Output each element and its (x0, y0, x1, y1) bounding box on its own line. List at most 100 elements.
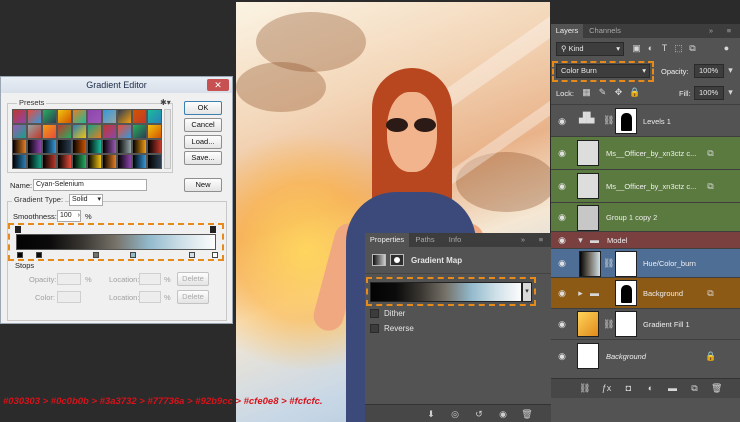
ok-button[interactable]: OK (184, 101, 222, 115)
gradient-preset-swatch[interactable] (117, 124, 132, 139)
gradient-preset-swatch[interactable] (132, 124, 147, 139)
gradient-preset-swatch[interactable] (12, 109, 27, 124)
gradient-preset-swatch[interactable] (27, 109, 42, 124)
collapse-icon[interactable]: » (703, 24, 719, 38)
dither-checkbox[interactable] (370, 309, 379, 318)
gradient-preset-swatch[interactable] (12, 154, 27, 169)
chevron-down-icon[interactable]: ▾ (522, 282, 532, 302)
color-stop[interactable] (129, 252, 136, 258)
new-adjustment-icon[interactable]: ◐ (645, 383, 656, 394)
gradient-preset-swatch[interactable] (87, 139, 102, 154)
gradient-preset-swatch[interactable] (117, 154, 132, 169)
layer-row[interactable]: ◉ Background 🔒 (551, 339, 740, 372)
gradient-preset-swatch[interactable] (102, 124, 117, 139)
lock-all-icon[interactable]: 🔒 (629, 87, 640, 98)
gradient-preset-swatch[interactable] (42, 109, 57, 124)
filter-kind-select[interactable]: ⚲ Kind ▾ (556, 42, 624, 56)
reverse-checkbox[interactable] (370, 324, 379, 333)
stop-opacity-field[interactable] (57, 273, 81, 285)
layer-row[interactable]: ◉ Group 1 copy 2 (551, 202, 740, 231)
color-stop[interactable] (189, 252, 196, 258)
gradient-preset-swatch[interactable] (42, 154, 57, 169)
color-stop[interactable] (17, 252, 24, 258)
gradient-preset-swatch[interactable] (72, 139, 87, 154)
layer-row[interactable]: ◉ Ms__Officer_by_xn3ctz c... ⧉ (551, 169, 740, 202)
eye-icon[interactable]: ◉ (555, 212, 569, 222)
gradient-preset-swatch[interactable] (132, 109, 147, 124)
lock-pixels-icon[interactable]: ✎ (597, 87, 608, 98)
new-layer-icon[interactable]: ⧉ (689, 383, 700, 394)
mask-icon[interactable] (390, 254, 404, 266)
clip-to-layer-icon[interactable]: ⬇ (425, 408, 437, 420)
gradient-preset-swatch[interactable] (87, 154, 102, 169)
eye-icon[interactable]: ◉ (555, 288, 569, 298)
gradient-preset-swatch[interactable] (27, 139, 42, 154)
gradient-preset-swatch[interactable] (72, 124, 87, 139)
gear-icon[interactable]: ✱▾ (160, 98, 171, 107)
tab-info[interactable]: Info (443, 233, 467, 247)
layer-row[interactable]: ◉ ⛓ Gradient Fill 1 (551, 308, 740, 339)
smoothness-field[interactable]: 100 › (57, 210, 81, 222)
gradient-preset-swatch[interactable] (42, 124, 57, 139)
visibility-icon[interactable]: ◉ (497, 408, 509, 420)
add-mask-icon[interactable]: ◘ (623, 383, 634, 394)
gradient-preset-swatch[interactable] (132, 139, 147, 154)
panel-menu-icon[interactable]: ≡ (533, 233, 549, 247)
shape-filter-icon[interactable]: ⬚ (673, 43, 684, 54)
opacity-stop[interactable] (210, 226, 216, 233)
eye-icon[interactable]: ◉ (555, 148, 569, 158)
gradient-preset-swatch[interactable] (147, 109, 162, 124)
type-filter-icon[interactable]: T (659, 43, 670, 54)
layer-row-selected[interactable]: ◉ ⛓ Hue/Color_burn (551, 248, 740, 277)
smart-object-filter-icon[interactable]: ⧉ (687, 43, 698, 54)
gradient-preset-swatch[interactable] (102, 154, 117, 169)
chevron-down-icon[interactable]: ▾ (725, 65, 736, 76)
gradient-preset-swatch[interactable] (42, 139, 57, 154)
gradient-preset-swatch[interactable] (57, 124, 72, 139)
layer-row[interactable]: ◉ ▟▙ ⛓ Levels 1 (551, 104, 740, 136)
cancel-button[interactable]: Cancel (184, 118, 222, 132)
close-button[interactable]: ✕ (207, 79, 229, 91)
gradient-preset-swatch[interactable] (147, 139, 162, 154)
opacity-field[interactable]: 100% (694, 64, 724, 78)
adjustment-filter-icon[interactable]: ◐ (645, 43, 656, 54)
tab-layers[interactable]: Layers (551, 24, 583, 38)
load-button[interactable]: Load... (184, 135, 222, 149)
gradient-preset-swatch[interactable] (72, 109, 87, 124)
link-layers-icon[interactable]: ⛓ (579, 383, 590, 394)
gradient-preset-swatch[interactable] (87, 109, 102, 124)
eye-icon[interactable]: ◉ (555, 351, 569, 361)
gradient-preset-swatch[interactable] (57, 154, 72, 169)
gradient-type-select[interactable]: Solid ▾ (69, 194, 103, 206)
gradient-preset-swatch[interactable] (102, 109, 117, 124)
save-button[interactable]: Save... (184, 151, 222, 165)
delete-opacity-stop-button[interactable]: Delete (177, 272, 209, 286)
panel-menu-icon[interactable]: ≡ (721, 24, 737, 38)
reset-icon[interactable]: ↺ (473, 408, 485, 420)
layer-row[interactable]: ◉ Ms__Officer_by_xn3ctz c... ⧉ (551, 136, 740, 169)
eye-icon[interactable]: ◉ (555, 116, 569, 126)
opacity-stop[interactable] (15, 226, 21, 233)
color-location-field[interactable] (139, 291, 161, 303)
fill-field[interactable]: 100% (694, 86, 724, 100)
gradient-name-field[interactable]: Cyan-Selenium (33, 179, 147, 191)
fx-icon[interactable]: ƒx (601, 383, 612, 394)
eye-icon[interactable]: ◉ (555, 258, 569, 268)
gradient-preset-swatch[interactable] (132, 154, 147, 169)
gradient-preset-swatch[interactable] (27, 124, 42, 139)
eye-icon[interactable]: ◉ (555, 235, 569, 245)
color-stop[interactable] (93, 252, 99, 258)
tab-properties[interactable]: Properties (365, 233, 409, 247)
filter-toggle-icon[interactable]: ● (721, 43, 732, 54)
gradient-preset-swatch[interactable] (147, 154, 162, 169)
trash-icon[interactable]: 🗑 (521, 408, 533, 420)
stop-color-swatch[interactable] (57, 291, 81, 303)
collapse-icon[interactable]: » (515, 233, 531, 247)
gradient-preset-swatch[interactable] (117, 139, 132, 154)
chevron-down-icon[interactable]: ▾ (725, 87, 736, 98)
gradient-map-preview[interactable] (370, 282, 522, 302)
gradient-bar[interactable] (16, 234, 216, 250)
opacity-location-field[interactable] (139, 273, 161, 285)
gradient-preset-swatch[interactable] (72, 154, 87, 169)
trash-icon[interactable]: 🗑 (711, 383, 722, 394)
